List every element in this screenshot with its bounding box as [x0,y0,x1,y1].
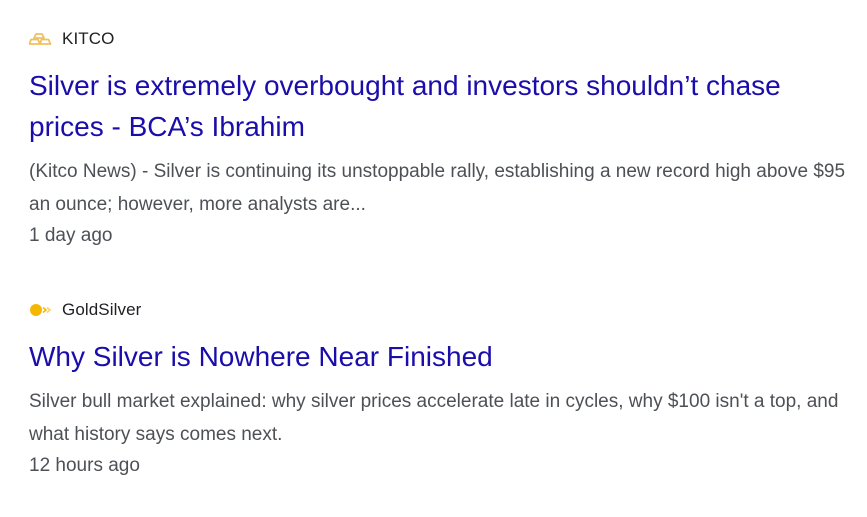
result-title-link[interactable]: Why Silver is Nowhere Near Finished [29,336,859,377]
news-result-goldsilver: GoldSilver Why Silver is Nowhere Near Fi… [29,298,859,481]
result-snippet: Silver bull market explained: why silver… [29,391,839,445]
source-name: KITCO [62,29,115,48]
coin-icon [29,302,53,318]
source-name: GoldSilver [62,300,142,319]
result-title-link[interactable]: Silver is extremely overbought and inves… [29,65,859,147]
result-timestamp: 12 hours ago [29,455,140,476]
news-result-kitco: KITCO Silver is extremely overbought and… [29,27,859,251]
source-row[interactable]: GoldSilver [29,298,859,322]
source-row[interactable]: KITCO [29,27,859,51]
gold-bars-icon [29,31,53,47]
result-timestamp: 1 day ago [29,225,113,246]
result-snippet: (Kitco News) - Silver is continuing its … [29,161,846,215]
